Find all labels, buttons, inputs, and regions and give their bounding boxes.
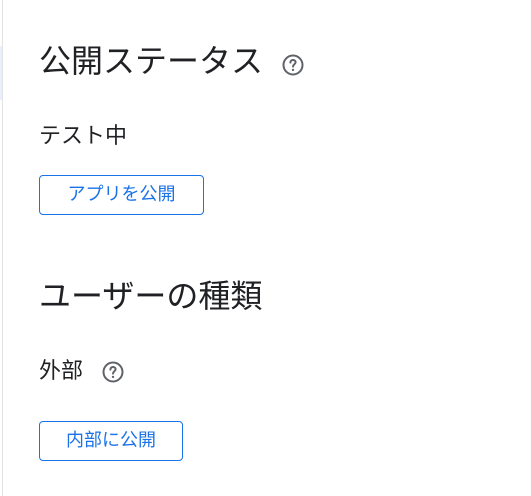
help-icon[interactable] <box>281 53 305 77</box>
panel-left-border <box>2 0 3 496</box>
panel-left-highlight <box>0 46 2 100</box>
publish-app-button[interactable]: アプリを公開 <box>39 175 204 215</box>
publish-status-heading: 公開ステータス <box>39 41 305 81</box>
publish-status-value: テスト中 <box>39 124 128 149</box>
user-type-title: ユーザーの種類 <box>39 277 263 315</box>
publish-status-title: 公開ステータス <box>39 42 264 80</box>
user-type-value: 外部 <box>39 359 84 384</box>
help-icon[interactable] <box>101 360 125 384</box>
make-internal-button[interactable]: 内部に公開 <box>39 421 183 461</box>
user-type-row: 外部 <box>39 358 125 386</box>
user-type-heading: ユーザーの種類 <box>39 276 262 316</box>
